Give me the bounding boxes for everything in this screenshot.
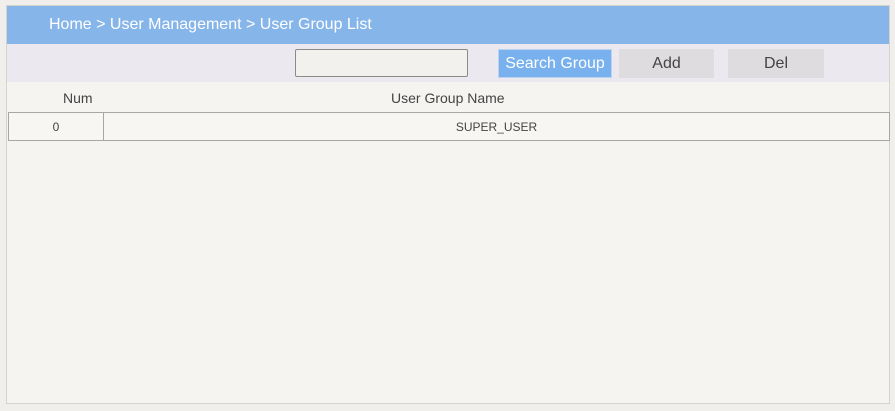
user-group-list-panel: Home > User Management > User Group List… xyxy=(6,5,890,404)
search-input[interactable] xyxy=(295,49,468,77)
table-header: Num User Group Name xyxy=(7,84,889,112)
column-header-num: Num xyxy=(63,90,93,106)
add-button[interactable]: Add xyxy=(619,49,714,78)
table-empty-area xyxy=(7,141,889,403)
breadcrumb: Home > User Management > User Group List xyxy=(49,16,372,33)
row-num-cell: 0 xyxy=(9,113,104,140)
column-header-user-group-name: User Group Name xyxy=(391,90,505,106)
table-row[interactable]: 0 SUPER_USER xyxy=(8,112,890,141)
toolbar: Search Group Add Del xyxy=(7,44,889,82)
del-button[interactable]: Del xyxy=(728,49,824,78)
search-group-button[interactable]: Search Group xyxy=(498,49,612,78)
header-bar: Home > User Management > User Group List xyxy=(7,6,889,44)
row-group-name-cell: SUPER_USER xyxy=(455,119,538,134)
